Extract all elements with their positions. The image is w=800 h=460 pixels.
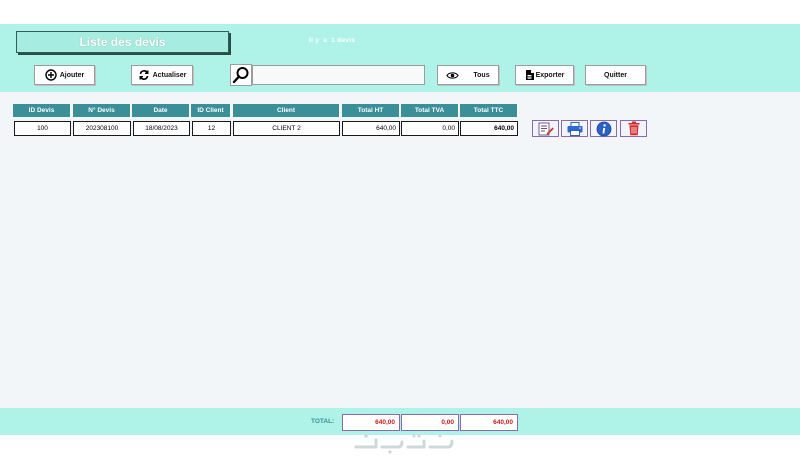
edit-document-icon — [538, 122, 554, 135]
cell-total-tva[interactable]: 0,00 — [401, 121, 459, 136]
search-input[interactable] — [252, 65, 425, 85]
total-label: TOTAL: — [311, 418, 335, 425]
main-area — [0, 92, 800, 408]
cell-total-ttc[interactable]: 640,00 — [460, 121, 518, 136]
trash-icon — [628, 121, 639, 136]
cell-client[interactable]: CLIENT 2 — [233, 121, 340, 136]
cell-id-devis[interactable]: 100 — [14, 121, 71, 136]
show-all-label: Tous — [473, 71, 490, 79]
col-header-date: Date — [132, 104, 190, 117]
top-strip — [0, 0, 800, 24]
edit-button[interactable] — [532, 120, 559, 137]
watermark-logo — [354, 434, 454, 454]
cell-total-ht[interactable]: 640,00 — [342, 121, 400, 136]
col-header-num-devis: N° Devis — [73, 104, 131, 117]
col-header-id-devis: ID Devis — [13, 104, 71, 117]
col-header-client: Client — [233, 104, 340, 117]
col-header-total-ht: Total HT — [342, 104, 400, 117]
eye-icon — [446, 71, 460, 80]
count-part-2: a — [323, 37, 328, 44]
export-button-label: Exporter — [535, 71, 565, 79]
search-icon[interactable] — [230, 64, 252, 86]
show-all-button[interactable]: Tous — [437, 65, 499, 85]
refresh-icon — [138, 69, 150, 81]
col-header-id-client: ID Client — [191, 104, 231, 117]
export-file-icon — [525, 69, 535, 81]
total-ttc-value: 640,00 — [460, 414, 518, 431]
count-part-3: 1 devis — [331, 37, 356, 44]
quit-button[interactable]: Quitter — [585, 65, 646, 85]
print-icon — [567, 121, 582, 136]
col-header-total-ttc: Total TTC — [460, 104, 518, 117]
refresh-button-label: Actualiser — [152, 71, 187, 79]
export-button[interactable]: Exporter — [515, 65, 574, 85]
quit-button-label: Quitter — [604, 71, 627, 79]
devis-count: Il ya1 devis — [309, 37, 359, 44]
add-button[interactable]: Ajouter — [34, 65, 95, 85]
total-ht-value: 640,00 — [342, 414, 400, 431]
info-icon — [596, 121, 611, 136]
count-part-1: Il y — [309, 37, 320, 44]
plus-circle-icon — [45, 69, 57, 81]
info-button[interactable] — [590, 120, 617, 137]
print-button[interactable] — [561, 120, 588, 137]
delete-button[interactable] — [620, 120, 647, 137]
cell-id-client[interactable]: 12 — [192, 121, 231, 136]
page-title: Liste des devis — [16, 31, 229, 53]
add-button-label: Ajouter — [59, 71, 85, 79]
refresh-button[interactable]: Actualiser — [131, 65, 193, 85]
col-header-total-tva: Total TVA — [401, 104, 459, 117]
cell-date[interactable]: 18/08/2023 — [133, 121, 190, 136]
total-tva-value: 0,00 — [401, 414, 459, 431]
cell-num-devis[interactable]: 202308100 — [73, 121, 131, 136]
